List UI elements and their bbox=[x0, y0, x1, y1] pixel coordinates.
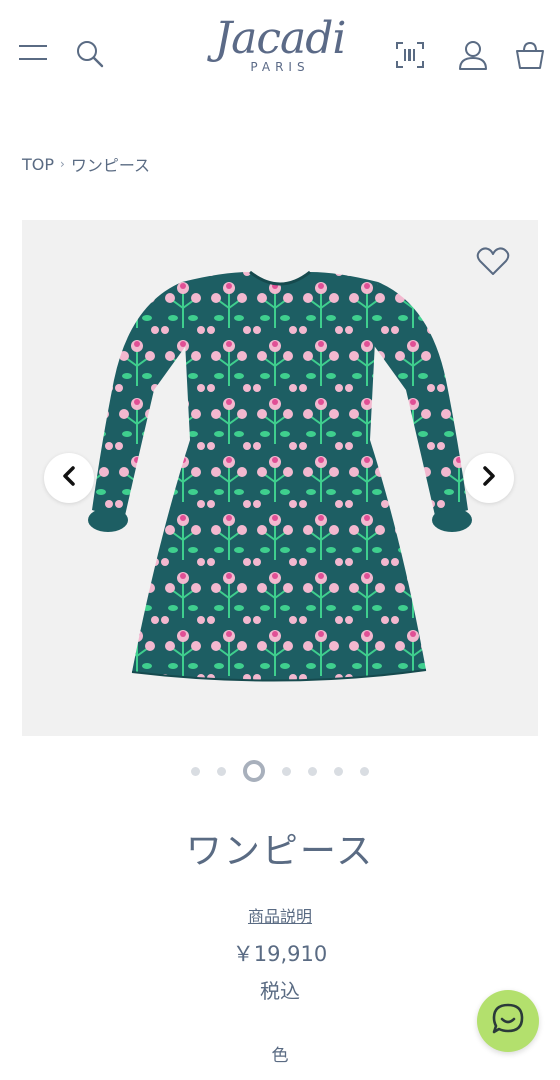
user-icon[interactable] bbox=[454, 36, 492, 74]
barcode-scan-icon[interactable] bbox=[392, 38, 428, 72]
chevron-left-icon bbox=[60, 465, 78, 491]
hamburger-icon[interactable] bbox=[14, 36, 52, 70]
gallery-pagination bbox=[0, 760, 560, 782]
search-icon[interactable] bbox=[72, 36, 108, 72]
product-title: ワンピース bbox=[185, 831, 375, 872]
dress-image bbox=[88, 270, 472, 682]
site-header: Jacadi PARIS bbox=[0, 0, 560, 100]
basket-icon[interactable] bbox=[512, 36, 548, 74]
gallery-next-button[interactable] bbox=[464, 453, 514, 503]
pagination-dot[interactable] bbox=[308, 766, 317, 776]
description-link-wrap: 商品説明 bbox=[0, 903, 560, 927]
pagination-dot-active[interactable] bbox=[243, 760, 265, 782]
chat-button[interactable] bbox=[477, 990, 539, 1052]
pagination-dot[interactable] bbox=[334, 766, 343, 776]
product-gallery[interactable] bbox=[22, 220, 538, 736]
breadcrumb-current: ワンピース bbox=[70, 156, 151, 175]
chat-icon bbox=[491, 1002, 525, 1040]
breadcrumb-separator: › bbox=[60, 157, 65, 171]
breadcrumb: TOP › ワンピース bbox=[22, 152, 150, 176]
pagination-dot[interactable] bbox=[360, 766, 369, 776]
tax-note: 税込 bbox=[260, 979, 300, 1003]
brand-logo[interactable]: Jacadi PARIS bbox=[190, 14, 370, 84]
product-price: ￥19,910 bbox=[232, 942, 328, 966]
pagination-dot[interactable] bbox=[191, 766, 200, 776]
gallery-prev-button[interactable] bbox=[44, 453, 94, 503]
pagination-dot[interactable] bbox=[282, 766, 291, 776]
color-label: 色 bbox=[271, 1046, 289, 1066]
pagination-dot[interactable] bbox=[217, 766, 226, 776]
chevron-right-icon bbox=[480, 465, 498, 491]
logo-wordmark: Jacadi bbox=[214, 13, 347, 64]
description-link[interactable]: 商品説明 bbox=[248, 907, 312, 926]
breadcrumb-home[interactable]: TOP bbox=[22, 155, 54, 174]
heart-icon[interactable] bbox=[472, 242, 514, 282]
